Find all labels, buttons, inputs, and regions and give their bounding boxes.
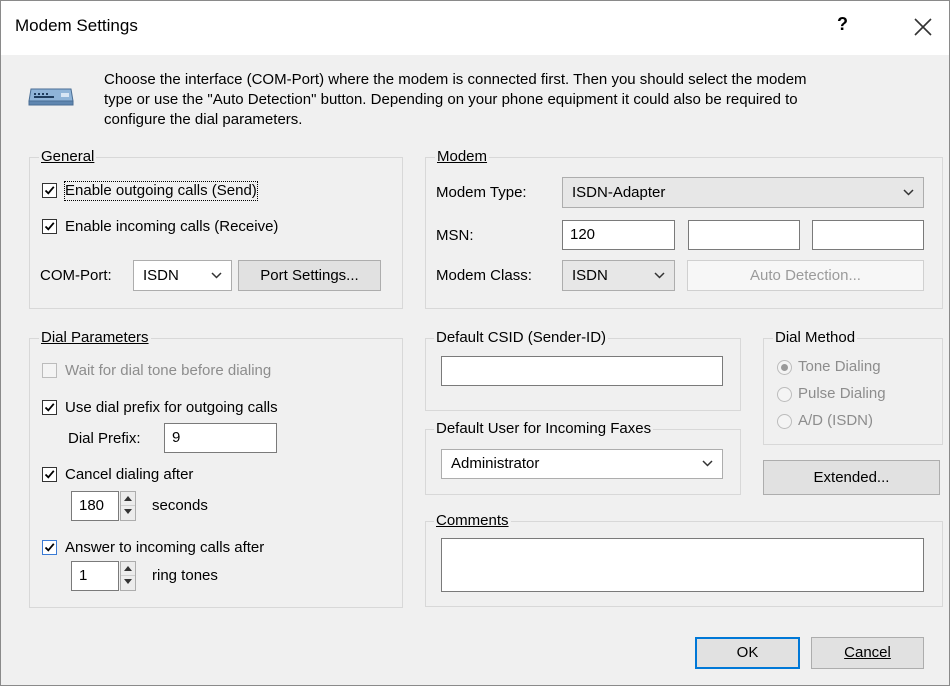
modem-class-label: Modem Class: [436, 267, 532, 284]
modem-legend: Modem [435, 148, 490, 166]
com-port-value: ISDN [143, 267, 179, 284]
spin-down-icon[interactable] [121, 576, 135, 590]
extended-button[interactable]: Extended... [763, 460, 940, 495]
chevron-down-icon [211, 271, 222, 279]
ring-tones-spinner[interactable] [120, 561, 136, 591]
use-prefix-checkbox[interactable] [42, 400, 57, 415]
default-user-select[interactable]: Administrator [441, 449, 723, 479]
ad-isdn-radio[interactable] [777, 414, 792, 429]
chevron-down-icon [702, 460, 713, 467]
wait-dial-tone-checkbox[interactable] [42, 363, 57, 378]
enable-incoming-checkbox[interactable] [42, 219, 57, 234]
tone-dialing-radio[interactable] [777, 360, 792, 375]
ring-tones-field[interactable]: 1 [71, 561, 119, 591]
default-user-value: Administrator [451, 455, 540, 472]
use-prefix-label[interactable]: Use dial prefix for outgoing calls [65, 399, 278, 417]
pulse-dialing-label[interactable]: Pulse Dialing [798, 385, 886, 403]
comments-legend: Comments [434, 512, 511, 530]
cancel-seconds-field[interactable]: 180 [71, 491, 119, 521]
msn-label: MSN: [436, 227, 474, 244]
dial-method-legend: Dial Method [773, 329, 858, 347]
pulse-dialing-radio[interactable] [777, 387, 792, 402]
modem-type-value: ISDN-Adapter [572, 184, 666, 201]
spin-up-icon[interactable] [121, 492, 135, 506]
wait-dial-tone-label[interactable]: Wait for dial tone before dialing [65, 362, 271, 380]
cancel-button-label: Cancel [844, 644, 891, 661]
answer-incoming-label[interactable]: Answer to incoming calls after [65, 539, 264, 557]
close-icon[interactable] [905, 9, 941, 45]
com-port-label: COM-Port: [40, 267, 112, 284]
help-button[interactable]: ? [837, 14, 848, 35]
ad-isdn-label[interactable]: A/D (ISDN) [798, 412, 873, 430]
msn-field-1[interactable]: 120 [562, 220, 675, 250]
ok-button[interactable]: OK [695, 637, 800, 669]
csid-field[interactable] [441, 356, 723, 386]
chevron-down-icon [654, 271, 665, 279]
modem-type-label: Modem Type: [436, 184, 527, 201]
comments-field[interactable] [441, 538, 924, 592]
dial-prefix-field[interactable]: 9 [164, 423, 277, 453]
general-legend: General [39, 148, 97, 166]
auto-detection-button[interactable]: Auto Detection... [687, 260, 924, 291]
default-user-legend: Default User for Incoming Faxes [434, 420, 654, 438]
spin-down-icon[interactable] [121, 506, 135, 520]
cancel-seconds-spinner[interactable] [120, 491, 136, 521]
modem-icon [27, 83, 75, 111]
enable-incoming-label[interactable]: Enable incoming calls (Receive) [65, 218, 278, 236]
title-bar: Modem Settings ? [1, 1, 949, 55]
modem-type-select[interactable]: ISDN-Adapter [562, 177, 924, 208]
modem-legend-text: Modem [437, 148, 488, 165]
csid-legend: Default CSID (Sender-ID) [434, 329, 609, 347]
seconds-label: seconds [152, 497, 208, 514]
cancel-button[interactable]: Cancel [811, 637, 924, 669]
dial-parameters-legend-text: Dial Parameters [41, 329, 149, 346]
chevron-down-icon [903, 188, 914, 196]
enable-outgoing-checkbox[interactable] [42, 183, 57, 198]
dial-parameters-legend: Dial Parameters [39, 329, 151, 347]
comments-legend-text: Comments [436, 512, 509, 529]
intro-line: type or use the "Auto Detection" button.… [104, 91, 798, 108]
dial-prefix-label: Dial Prefix: [68, 430, 141, 447]
spin-up-icon[interactable] [121, 562, 135, 576]
port-settings-button[interactable]: Port Settings... [238, 260, 381, 291]
modem-class-value: ISDN [572, 267, 608, 284]
window-title: Modem Settings [15, 16, 138, 35]
radio-selected-dot [781, 364, 788, 371]
modem-class-select[interactable]: ISDN [562, 260, 675, 291]
answer-incoming-checkbox[interactable] [42, 540, 57, 555]
intro-text: Choose the interface (COM-Port) where th… [104, 70, 934, 130]
ring-tones-label: ring tones [152, 567, 218, 584]
com-port-select[interactable]: ISDN [133, 260, 232, 291]
modem-settings-dialog: Modem Settings ? Choose the interface (C… [0, 0, 950, 686]
enable-outgoing-label[interactable]: Enable outgoing calls (Send) [64, 181, 258, 201]
tone-dialing-label[interactable]: Tone Dialing [798, 358, 881, 376]
msn-field-3[interactable] [812, 220, 924, 250]
intro-line: configure the dial parameters. [104, 111, 303, 128]
cancel-dialing-checkbox[interactable] [42, 467, 57, 482]
general-legend-text: General [41, 148, 95, 165]
msn-field-2[interactable] [688, 220, 800, 250]
cancel-dialing-label[interactable]: Cancel dialing after [65, 466, 193, 484]
intro-line: Choose the interface (COM-Port) where th… [104, 71, 807, 88]
